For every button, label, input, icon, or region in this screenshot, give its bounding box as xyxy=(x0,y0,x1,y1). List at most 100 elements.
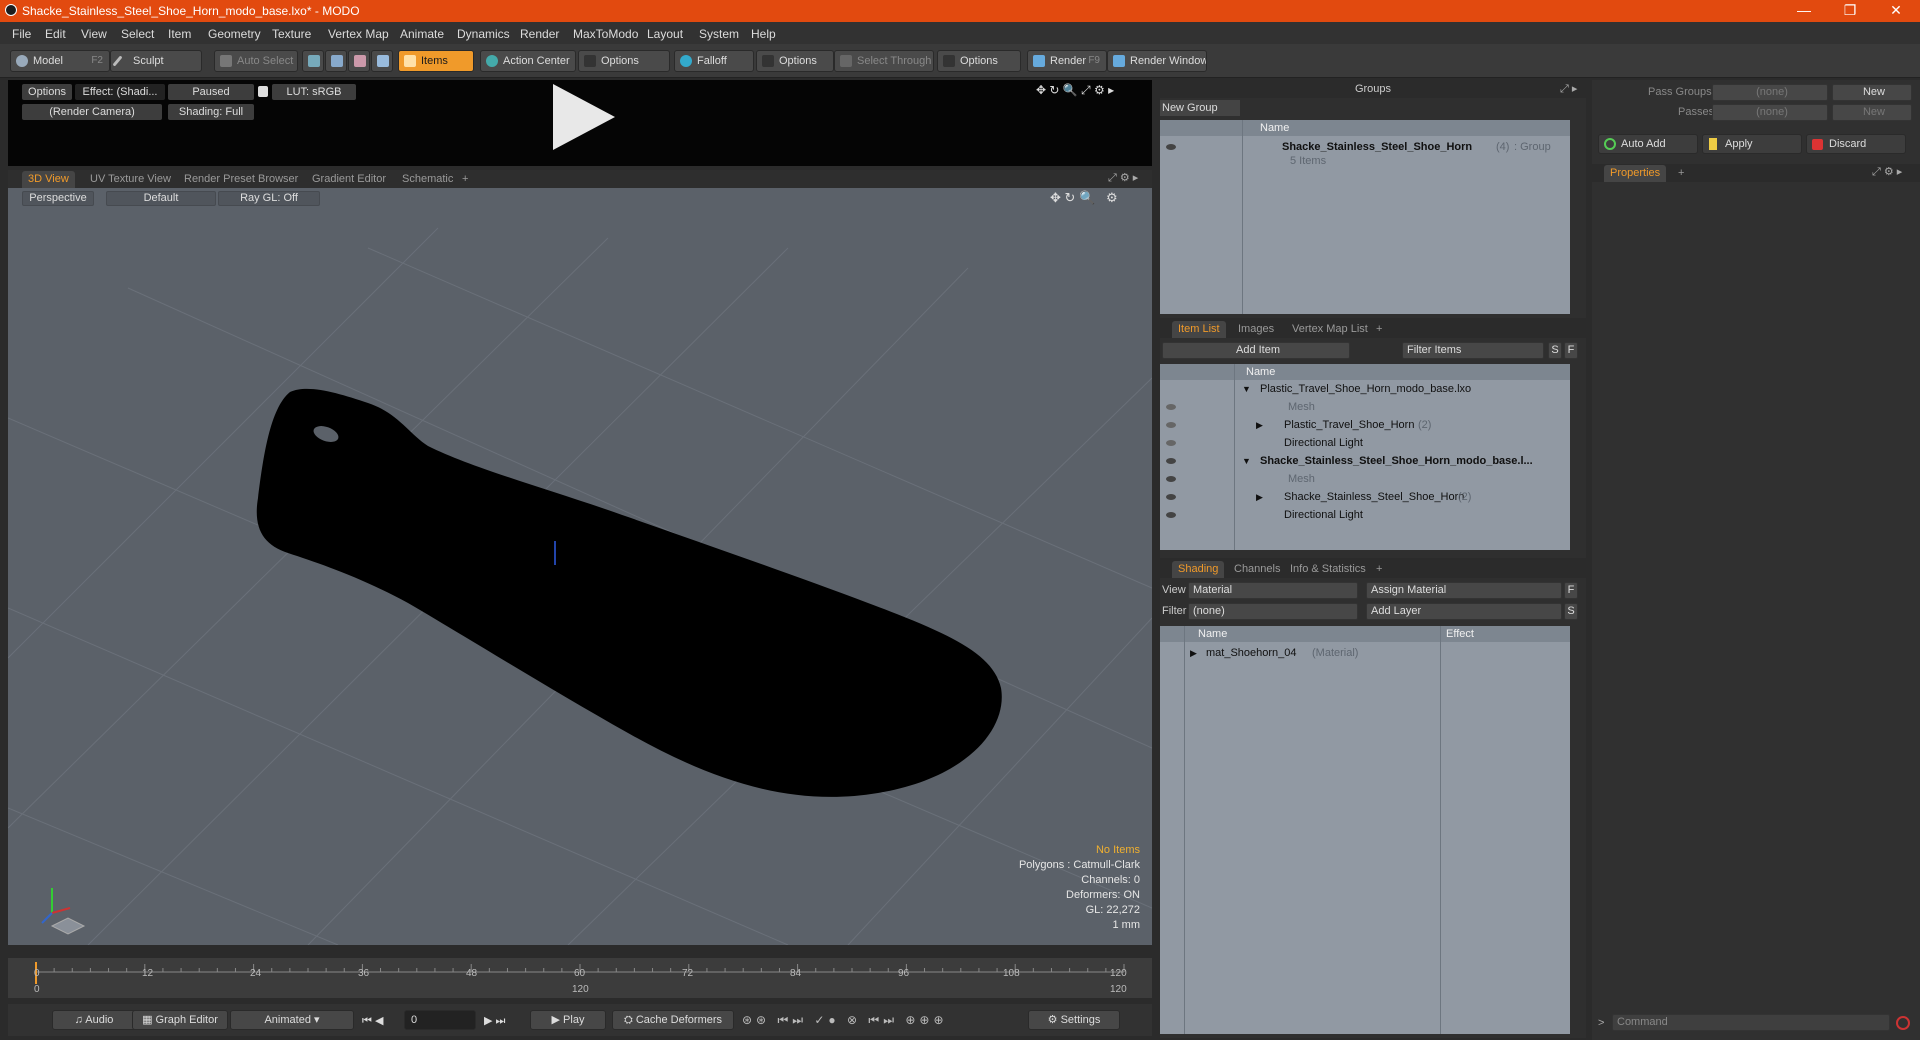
restore-button[interactable]: ❐ xyxy=(1827,0,1873,22)
add-layer-dropdown[interactable]: Add Layer xyxy=(1366,603,1562,620)
discard-button[interactable]: Discard xyxy=(1806,134,1906,154)
frame-input[interactable]: 0 xyxy=(404,1010,476,1030)
expand-arrow-icon[interactable]: ▼ xyxy=(1242,380,1251,398)
menu-help[interactable]: Help xyxy=(751,27,776,41)
new-pass-group-button[interactable]: New xyxy=(1832,84,1912,101)
render-window-button[interactable]: Render Window xyxy=(1107,50,1207,72)
visibility-eye-icon[interactable] xyxy=(1166,458,1176,464)
rewind-controls[interactable]: ⏮ ◀ xyxy=(362,1014,383,1028)
action-center-options-button[interactable]: Options xyxy=(578,50,670,72)
raygl-dropdown[interactable]: Ray GL: Off xyxy=(218,191,320,206)
play-icon[interactable] xyxy=(553,84,615,150)
command-expand-icon[interactable]: > xyxy=(1598,1017,1604,1029)
new-group-button[interactable]: New Group xyxy=(1160,100,1240,116)
menu-select[interactable]: Select xyxy=(121,27,154,41)
select-polygons-button[interactable] xyxy=(348,50,370,72)
play-button[interactable]: ▶ Play xyxy=(530,1010,606,1030)
visibility-eye-icon[interactable] xyxy=(1166,144,1176,150)
timeline[interactable]: 0 12 24 36 48 60 72 84 96 108 120 0 120 … xyxy=(8,958,1152,998)
visibility-eye-icon[interactable] xyxy=(1166,440,1176,446)
visibility-eye-icon[interactable] xyxy=(1166,404,1176,410)
menu-item[interactable]: Item xyxy=(168,27,191,41)
close-button[interactable]: ✕ xyxy=(1873,0,1919,22)
tab-render-preset-browser[interactable]: Render Preset Browser xyxy=(178,171,304,188)
menu-view[interactable]: View xyxy=(81,27,107,41)
item-row-mesh-2[interactable]: Mesh xyxy=(1160,470,1570,488)
tab-shading[interactable]: Shading xyxy=(1172,561,1225,578)
shading-f-button[interactable]: F xyxy=(1564,582,1578,599)
preview-shading-dropdown[interactable]: Shading: Full xyxy=(168,104,254,120)
shading-style-dropdown[interactable]: Default xyxy=(106,191,216,206)
select-edges-button[interactable] xyxy=(325,50,347,72)
item-row-scene-1[interactable]: ▼ Plastic_Travel_Shoe_Horn_modo_base.lxo xyxy=(1160,380,1570,398)
select-vertices-button[interactable] xyxy=(302,50,324,72)
add-tab-button[interactable]: + xyxy=(1672,165,1690,182)
render-button[interactable]: Render F9 xyxy=(1027,50,1107,72)
item-row-locator-2[interactable]: ▶ Shacke_Stainless_Steel_Shoe_Horn (2) xyxy=(1160,488,1570,506)
viewport-canvas[interactable] xyxy=(8,188,1152,945)
cache-deformers-button[interactable]: ⛭ Cache Deformers xyxy=(612,1010,734,1030)
tab-item-list[interactable]: Item List xyxy=(1172,321,1226,338)
tab-vertex-map-list[interactable]: Vertex Map List xyxy=(1286,321,1374,338)
expand-arrow-icon[interactable]: ▶ xyxy=(1256,488,1263,506)
tab-images[interactable]: Images xyxy=(1232,321,1280,338)
audio-button[interactable]: ♫ Audio xyxy=(52,1010,136,1030)
key-controls[interactable]: ⊛⊛ ⏮⏭ ✓● ⊗ ⏮⏭ ⊕⊕⊕ xyxy=(742,1013,948,1028)
tab-channels[interactable]: Channels xyxy=(1228,561,1286,578)
item-tree[interactable]: Name ▼ Plastic_Travel_Shoe_Horn_modo_bas… xyxy=(1160,364,1570,550)
menu-geometry[interactable]: Geometry xyxy=(208,27,261,41)
menu-vertex-map[interactable]: Vertex Map xyxy=(328,27,389,41)
tab-schematic[interactable]: Schematic xyxy=(396,171,459,188)
pass-groups-dropdown[interactable]: (none) xyxy=(1712,84,1828,101)
view-dropdown[interactable]: Material xyxy=(1188,582,1358,599)
viewport-nav-icons[interactable]: ✥ ↻ 🔍 ⚙ xyxy=(1050,190,1118,206)
filter-f-button[interactable]: F xyxy=(1564,342,1578,359)
menu-dynamics[interactable]: Dynamics xyxy=(457,27,510,41)
graph-editor-button[interactable]: ▦ Graph Editor xyxy=(132,1010,228,1030)
preview-lut-dropdown[interactable]: LUT: sRGB xyxy=(272,84,356,100)
preview-camera-dropdown[interactable]: (Render Camera) xyxy=(22,104,162,120)
animated-dropdown[interactable]: Animated ▾ xyxy=(230,1010,354,1030)
menu-texture[interactable]: Texture xyxy=(272,27,311,41)
expand-arrow-icon[interactable]: ▶ xyxy=(1256,416,1263,434)
tab-3d-view[interactable]: 3D View xyxy=(22,171,75,188)
group-row[interactable]: Shacke_Stainless_Steel_Shoe_Horn (4) : G… xyxy=(1160,138,1570,156)
add-item-dropdown[interactable]: Add Item xyxy=(1162,342,1350,359)
preview-paused-button[interactable]: Paused xyxy=(168,84,254,100)
add-tab-button[interactable]: + xyxy=(1370,321,1388,338)
apply-button[interactable]: Apply xyxy=(1702,134,1802,154)
item-row-locator-1[interactable]: ▶ Plastic_Travel_Shoe_Horn (2) xyxy=(1160,416,1570,434)
record-icon[interactable] xyxy=(1896,1016,1910,1030)
items-mode-button[interactable]: Items xyxy=(398,50,474,72)
select-through-button[interactable]: Select Through xyxy=(834,50,934,72)
select-materials-button[interactable] xyxy=(371,50,393,72)
tab-gradient-editor[interactable]: Gradient Editor xyxy=(306,171,392,188)
perspective-dropdown[interactable]: Perspective xyxy=(22,191,94,206)
3d-viewport[interactable]: Perspective Default Ray GL: Off ✥ ↻ 🔍 ⚙ … xyxy=(8,188,1152,945)
properties-panel-controls[interactable]: ⤢ ⚙ ▸ xyxy=(1872,165,1902,179)
lock-icon[interactable] xyxy=(258,86,268,97)
filter-s-button[interactable]: S xyxy=(1548,342,1562,359)
menu-file[interactable]: File xyxy=(12,27,31,41)
shading-s-button[interactable]: S xyxy=(1564,603,1578,620)
falloff-options-button[interactable]: Options xyxy=(756,50,834,72)
tab-info-statistics[interactable]: Info & Statistics xyxy=(1284,561,1372,578)
auto-add-button[interactable]: Auto Add xyxy=(1598,134,1698,154)
tab-uv-texture-view[interactable]: UV Texture View xyxy=(84,171,177,188)
assign-material-button[interactable]: Assign Material xyxy=(1366,582,1562,599)
expand-arrow-icon[interactable]: ▶ xyxy=(1190,644,1197,662)
filter-dropdown[interactable]: (none) xyxy=(1188,603,1358,620)
item-row-scene-2[interactable]: ▼ Shacke_Stainless_Steel_Shoe_Horn_modo_… xyxy=(1160,452,1570,470)
shader-tree[interactable]: Name Effect ▶ mat_Shoehorn_04 (Material) xyxy=(1160,626,1570,1034)
select-through-options-button[interactable]: Options xyxy=(937,50,1021,72)
auto-select-button[interactable]: Auto Select xyxy=(214,50,298,72)
sculpt-mode-button[interactable]: Sculpt xyxy=(110,50,202,72)
menu-render[interactable]: Render xyxy=(520,27,559,41)
groups-panel-controls[interactable]: ⤢ ▸ xyxy=(1560,82,1577,96)
forward-controls[interactable]: ▶ ⏭ xyxy=(484,1014,505,1028)
visibility-eye-icon[interactable] xyxy=(1166,512,1176,518)
add-tab-button[interactable]: + xyxy=(456,171,474,188)
item-row-mesh-1[interactable]: Mesh xyxy=(1160,398,1570,416)
new-pass-button[interactable]: New xyxy=(1832,104,1912,121)
expand-arrow-icon[interactable]: ▼ xyxy=(1242,452,1251,470)
